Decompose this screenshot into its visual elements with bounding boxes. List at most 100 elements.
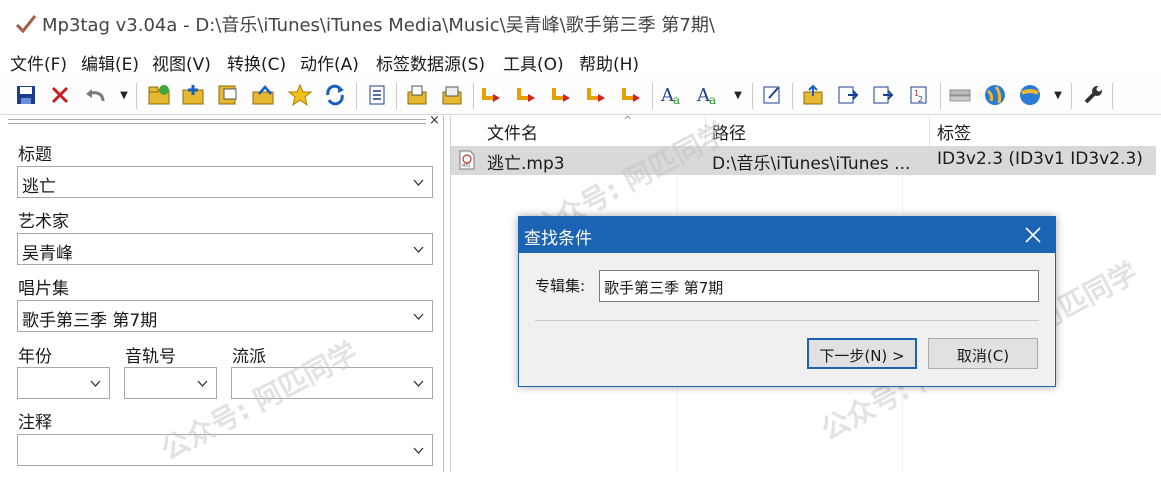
filename-tag-button[interactable] <box>512 80 542 110</box>
import-cover-button[interactable] <box>798 80 828 110</box>
title-field[interactable]: 逃亡 <box>17 166 433 198</box>
next-button[interactable]: 下一步(N) > <box>807 338 917 369</box>
actions-dropdown[interactable]: ▼ <box>731 80 745 110</box>
column-header-path[interactable]: 路径 <box>712 116 932 146</box>
title-label: 标题 <box>18 145 52 165</box>
chevron-down-icon[interactable] <box>413 177 424 188</box>
menu-view[interactable]: 视图(V) <box>152 50 211 75</box>
toolbar-separator <box>792 83 793 109</box>
year-field[interactable] <box>17 367 110 399</box>
save-button[interactable] <box>11 80 41 110</box>
toolbar-separator <box>1071 83 1072 109</box>
tag-sources-button[interactable] <box>945 80 975 110</box>
favorite-dir-button[interactable] <box>213 80 243 110</box>
tag-tag-button[interactable] <box>617 80 647 110</box>
options-button[interactable] <box>1078 80 1108 110</box>
folder-add-icon <box>182 85 204 105</box>
tag-filename-button[interactable] <box>477 80 507 110</box>
chevron-down-icon[interactable] <box>197 378 208 389</box>
column-divider[interactable] <box>705 116 706 146</box>
font-case-icon: Aa <box>696 85 716 107</box>
chevron-down-icon[interactable] <box>413 311 424 322</box>
artist-field[interactable]: 吴青峰 <box>17 233 433 265</box>
menu-tools[interactable]: 工具(O) <box>503 50 564 75</box>
toolbar-separator <box>1112 83 1113 109</box>
menu-edit[interactable]: 编辑(E) <box>81 50 139 75</box>
menu-help[interactable]: 帮助(H) <box>579 50 639 75</box>
extended-tags-button[interactable] <box>362 80 392 110</box>
album-search-input[interactable]: 歌手第三季 第7期 <box>599 270 1039 302</box>
row-tag: ID3v2.3 (ID3v1 ID3v2.3) <box>937 149 1143 169</box>
chevron-down-icon[interactable] <box>413 378 424 389</box>
playlist-button[interactable] <box>402 80 432 110</box>
web-sources-button[interactable] <box>1015 80 1045 110</box>
menu-bar: 文件(F) 编辑(E) 视图(V) 转换(C) 动作(A) 标签数据源(S) 工… <box>0 46 1161 76</box>
year-label: 年份 <box>18 347 52 367</box>
track-field[interactable] <box>124 367 217 399</box>
menu-actions[interactable]: 动作(A) <box>300 50 359 75</box>
globe-icon <box>1020 85 1040 105</box>
toolbar-separator <box>652 83 653 109</box>
chevron-down-icon[interactable] <box>413 244 424 255</box>
column-divider[interactable] <box>929 116 930 146</box>
refresh-button[interactable] <box>320 80 350 110</box>
undo-button[interactable] <box>80 80 110 110</box>
filename-filename-button[interactable] <box>547 80 577 110</box>
menu-tag-sources[interactable]: 标签数据源(S) <box>376 50 485 75</box>
chevron-down-icon: ▼ <box>1054 89 1062 101</box>
genre-field[interactable] <box>231 367 433 399</box>
menu-file[interactable]: 文件(F) <box>10 50 67 75</box>
change-directory-button[interactable] <box>144 80 174 110</box>
text-tag-button[interactable] <box>582 80 612 110</box>
artist-value: 吴青峰 <box>22 244 73 264</box>
sort-button[interactable]: 12 <box>904 80 934 110</box>
menu-convert[interactable]: 转换(C) <box>227 50 286 75</box>
actions-button[interactable]: Aa <box>694 80 724 110</box>
title-bar: Mp3tag v3.04a - D:\音乐\iTunes\iTunes Medi… <box>0 0 1161 46</box>
undo-dropdown[interactable]: ▼ <box>117 80 131 110</box>
genre-label: 流派 <box>232 347 266 367</box>
column-header-tag[interactable]: 标签 <box>937 116 1147 146</box>
folder-page-icon <box>218 85 237 105</box>
toolbar: ▼ Aa Aa ▼ 1 2 ▼ <box>0 77 1161 115</box>
album-field[interactable]: 歌手第三季 第7期 <box>17 300 433 332</box>
case-conversion-button[interactable]: Aa <box>658 80 688 110</box>
row-filename: 逃亡.mp3 <box>487 154 565 174</box>
panel-grip[interactable] <box>8 119 426 124</box>
chevron-down-icon[interactable] <box>90 378 101 389</box>
close-icon[interactable]: × <box>429 113 440 128</box>
web-sources-dropdown[interactable]: ▼ <box>1051 80 1065 110</box>
paste-button[interactable] <box>437 80 467 110</box>
edit-icon <box>763 86 780 104</box>
table-row[interactable]: MP3 逃亡.mp3 D:\音乐\iTunes\iTunes ... ID3v2… <box>451 146 1156 175</box>
convert-arrow-icon <box>517 88 535 102</box>
undo-icon <box>86 89 105 102</box>
refresh-dir-button[interactable] <box>248 80 278 110</box>
close-icon[interactable] <box>1023 225 1043 245</box>
mp3-file-icon: MP3 <box>459 150 475 170</box>
column-header-filename[interactable]: 文件名 ^ <box>487 114 707 146</box>
freedb-button[interactable] <box>980 80 1010 110</box>
chevron-down-icon: ▼ <box>120 89 128 101</box>
chevron-down-icon[interactable] <box>413 445 424 456</box>
cancel-button[interactable]: 取消(C) <box>928 338 1038 369</box>
export-html-button[interactable] <box>868 80 898 110</box>
favorites-button[interactable] <box>285 80 315 110</box>
export-button[interactable] <box>833 80 863 110</box>
sort-arrow-icon: ^ <box>623 114 633 127</box>
dialog-title-bar[interactable]: 查找条件 <box>519 217 1055 253</box>
wrench-icon <box>1084 86 1102 104</box>
paste-icon <box>442 86 462 105</box>
convert-arrow-icon <box>587 88 605 102</box>
track-label: 音轨号 <box>125 347 176 367</box>
find-dialog: 查找条件 专辑集: 歌手第三季 第7期 下一步(N) > 取消(C) <box>518 216 1056 387</box>
comment-field[interactable] <box>17 434 433 466</box>
export-list-icon <box>838 86 859 104</box>
add-directory-button[interactable] <box>178 80 208 110</box>
export-icon <box>803 84 823 105</box>
title-value: 逃亡 <box>22 177 56 197</box>
globe-icon <box>985 85 1005 105</box>
comment-label: 注释 <box>18 413 52 433</box>
auto-numbering-button[interactable] <box>757 80 787 110</box>
remove-tag-button[interactable] <box>45 80 75 110</box>
